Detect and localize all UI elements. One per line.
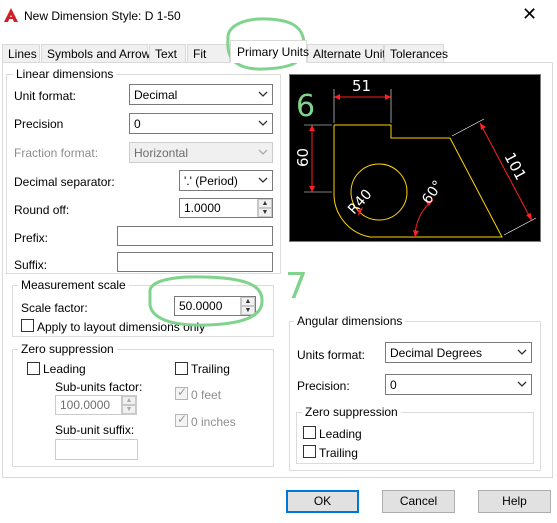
ok-button[interactable]: OK [286, 490, 359, 513]
suffix-label: Suffix: [14, 258, 48, 272]
round-off-spinner[interactable]: ▲ ▼ [257, 199, 272, 217]
suffix-input[interactable] [117, 252, 273, 272]
trailing-label: Trailing [191, 362, 230, 376]
angular-leading-checkbox[interactable] [303, 426, 316, 439]
scale-factor-value: 50.0000 [179, 299, 223, 313]
sub-units-factor-spinner[interactable]: ▲ ▼ [121, 396, 136, 414]
angular-zero-suppression-title: Zero suppression [302, 405, 401, 419]
prefix-input[interactable] [117, 226, 273, 246]
unit-format-select[interactable]: Decimal [129, 84, 273, 105]
angular-trailing-checkbox[interactable] [303, 445, 316, 458]
angular-leading-label: Leading [319, 427, 362, 441]
prefix-label: Prefix: [14, 231, 49, 245]
chevron-down-icon [258, 149, 268, 155]
feet-checkbox[interactable]: ✓ [175, 385, 188, 400]
chevron-down-icon [258, 120, 268, 126]
tab-symbols-and-arrows[interactable]: Symbols and Arrows [41, 44, 156, 62]
help-button[interactable]: Help [478, 490, 551, 513]
preview-drawing: 51 60 101 R40 60° [294, 77, 537, 238]
tab-text[interactable]: Text [149, 44, 186, 62]
angular-dimensions-title: Angular dimensions [294, 314, 406, 328]
dim-101-text: 101 [500, 149, 529, 183]
trailing-checkbox[interactable] [175, 362, 188, 375]
spin-down-icon[interactable]: ▼ [258, 208, 272, 217]
tab-lines[interactable]: Lines [2, 44, 40, 62]
inches-checkbox[interactable]: ✓ [175, 412, 188, 427]
unit-format-label: Unit format: [14, 89, 77, 103]
round-off-label: Round off: [14, 203, 70, 217]
precision-select[interactable]: 0 [129, 113, 273, 134]
spin-down-icon[interactable]: ▼ [122, 405, 136, 414]
fraction-format-select[interactable]: Horizontal [129, 142, 273, 163]
chevron-down-icon [517, 349, 527, 355]
tab-tolerances[interactable]: Tolerances [384, 44, 448, 62]
apply-layout-checkbox[interactable] [21, 319, 34, 332]
dim-r40-text: R40 [345, 186, 375, 217]
precision-label: Precision [14, 117, 64, 131]
sub-unit-suffix-label: Sub-unit suffix: [55, 423, 135, 437]
feet-label: 0 feet [191, 388, 222, 402]
window-title: New Dimension Style: D 1-50 [24, 9, 181, 23]
leading-label: Leading [43, 362, 86, 376]
sub-unit-suffix-input[interactable] [55, 439, 138, 460]
scale-factor-label: Scale factor: [21, 301, 88, 315]
autocad-app-icon [4, 8, 18, 22]
cancel-button[interactable]: Cancel [382, 490, 455, 513]
leading-checkbox[interactable] [27, 362, 40, 375]
chevron-down-icon [258, 91, 268, 97]
sub-units-factor-label: Sub-units factor: [55, 380, 143, 394]
dim-60-text: 60 [294, 148, 312, 167]
angular-precision-select[interactable]: 0 [385, 374, 532, 395]
title-bar: New Dimension Style: D 1-50 ✕ [0, 0, 557, 32]
chevron-down-icon [517, 381, 527, 387]
angular-units-format-select[interactable]: Decimal Degrees [385, 342, 532, 363]
zero-suppression-linear-title: Zero suppression [18, 342, 117, 356]
dim-51-text: 51 [352, 77, 371, 95]
angular-trailing-label: Trailing [319, 446, 358, 460]
linear-dimensions-title: Linear dimensions [13, 67, 117, 81]
scale-factor-spinner[interactable]: ▲ ▼ [240, 297, 255, 315]
close-icon[interactable]: ✕ [522, 4, 537, 24]
tab-primary-units[interactable]: Primary Units [230, 40, 309, 63]
angular-precision-label: Precision: [297, 379, 350, 393]
fraction-format-label: Fraction format: [14, 146, 99, 160]
measurement-scale-title: Measurement scale [18, 278, 129, 292]
decimal-separator-label: Decimal separator: [14, 175, 115, 189]
tab-alternate-units[interactable]: Alternate Units [307, 44, 392, 62]
tab-fit[interactable]: Fit [187, 44, 230, 62]
spin-up-icon[interactable]: ▲ [122, 396, 136, 405]
spin-up-icon[interactable]: ▲ [241, 297, 255, 306]
chevron-down-icon [258, 177, 268, 183]
inches-label: 0 inches [191, 415, 236, 429]
dimension-preview: 51 60 101 R40 60° [289, 74, 541, 242]
spin-up-icon[interactable]: ▲ [258, 199, 272, 208]
spin-down-icon[interactable]: ▼ [241, 306, 255, 315]
apply-layout-label: Apply to layout dimensions only [37, 320, 206, 334]
angular-units-format-label: Units format: [297, 348, 366, 362]
decimal-separator-select[interactable]: '.' (Period) [179, 170, 273, 191]
dim-60deg-text: 60° [419, 178, 446, 208]
